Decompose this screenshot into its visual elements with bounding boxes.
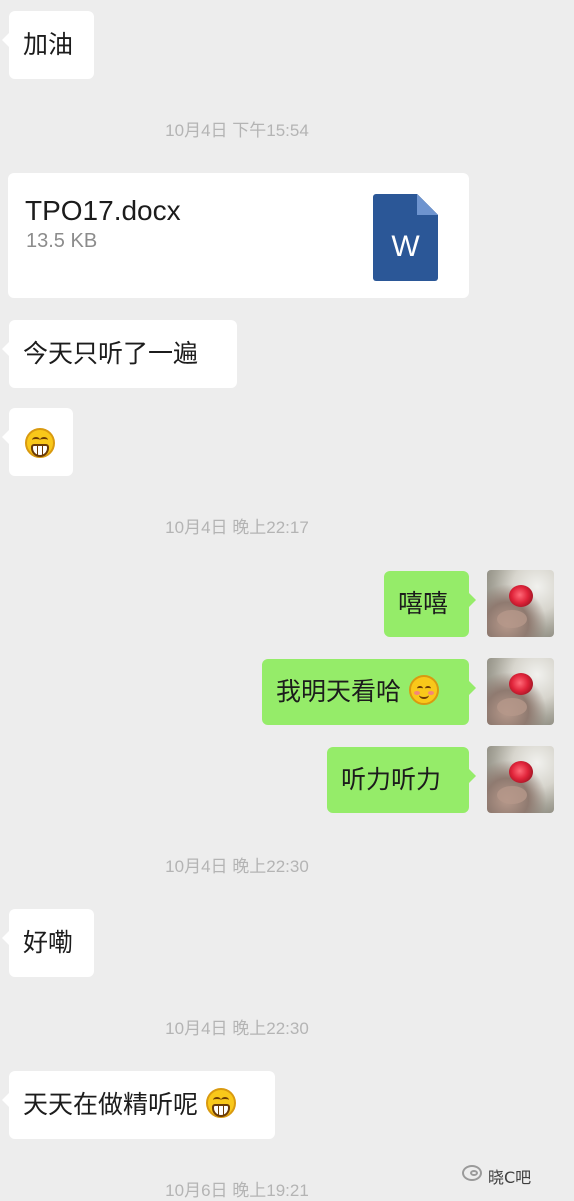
message-incoming[interactable]: 好嘞 [2, 909, 94, 977]
file-size: 13.5 KB [26, 230, 98, 252]
watermark-text: 晓C吧 [488, 1168, 532, 1187]
wechat-official-account-icon [462, 1165, 482, 1181]
message-text: 今天只听了一遍 [23, 339, 199, 368]
message-text: 天天在做精听呢 [23, 1090, 199, 1119]
word-icon-letter: W [391, 230, 420, 263]
message-text: 加油 [23, 30, 74, 59]
word-icon-fold [417, 194, 438, 215]
file-name: TPO17.docx [25, 195, 181, 226]
message-outgoing[interactable]: 嘻嘻 [384, 571, 476, 637]
message-text: 听力听力 [341, 765, 442, 794]
timestamp: 10月4日 晚上22:30 [165, 1019, 309, 1038]
message-incoming[interactable]: 今天只听了一遍 [2, 320, 237, 388]
message-incoming[interactable] [2, 408, 73, 476]
message-outgoing[interactable]: 听力听力 [327, 747, 476, 813]
message-text: 我明天看哈 [276, 677, 402, 706]
message-incoming[interactable]: 加油 [2, 11, 94, 79]
timestamp: 10月4日 下午15:54 [165, 121, 309, 140]
message-text: 嘻嘻 [398, 589, 449, 618]
timestamp: 10月4日 晚上22:17 [165, 518, 309, 537]
message-text: 好嘞 [23, 928, 74, 957]
watermark: 晓C吧 [462, 1164, 532, 1188]
grin-emoji-icon [25, 428, 55, 458]
avatar[interactable] [487, 746, 554, 813]
avatar[interactable] [487, 570, 554, 637]
timestamp: 10月4日 晚上22:30 [165, 857, 309, 876]
message-outgoing[interactable]: 我明天看哈 [262, 659, 476, 725]
grin-emoji-icon [205, 1088, 236, 1118]
timestamp: 10月6日 晚上19:21 [165, 1181, 309, 1200]
avatar[interactable] [487, 658, 554, 725]
file-message[interactable]: TPO17.docx 13.5 KB W [8, 173, 469, 298]
smile-emoji-icon [408, 675, 439, 705]
message-incoming[interactable]: 天天在做精听呢 [2, 1071, 275, 1139]
